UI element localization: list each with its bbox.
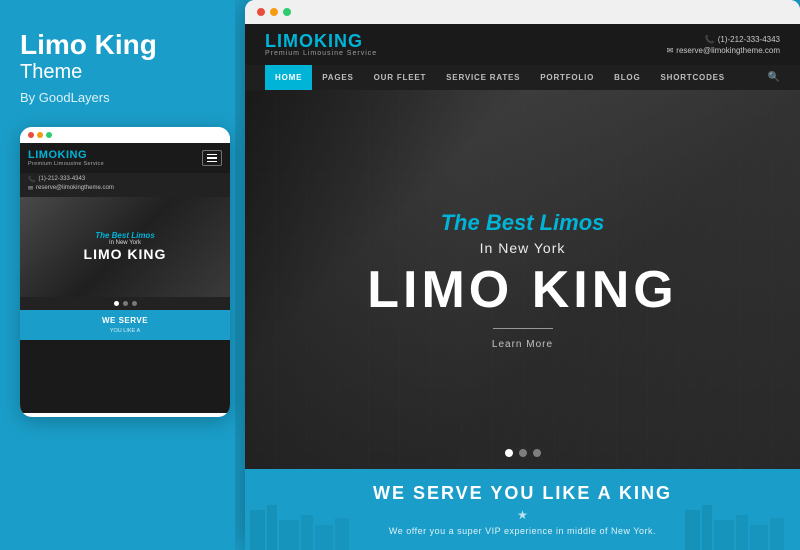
nav-service-rates[interactable]: SERVICE RATES [436,65,530,90]
mobile-site-header: LIMOKING Premium Limousine Service [20,143,230,173]
site-nav: HOME PAGES OUR FLEET SERVICE RATES PORTF… [245,65,800,90]
mobile-top-bar [20,127,230,143]
hero-slider-dots [505,449,541,457]
nav-our-fleet[interactable]: OUR FLEET [364,65,437,90]
mobile-hamburger-icon[interactable] [202,150,222,167]
mobile-logo: LIMOKING [28,149,104,161]
mobile-slider-dot-3[interactable] [132,301,137,306]
mobile-dot-red [28,132,34,138]
mobile-slider-dots [20,297,230,310]
header-phone: 📞 (1)-212-333-4343 [705,35,780,44]
logo-tagline: Premium Limousine Service [265,50,377,57]
mobile-slider-dot-2[interactable] [123,301,128,306]
hero-in-ny: In New York [480,240,566,256]
hero-section: The Best Limos In New York LIMO KING Lea… [245,90,800,469]
mobile-email-row: ✉ reserve@limokingtheme.com [28,185,222,192]
desktop-dot-yellow [270,8,278,16]
theme-title: Limo King [20,30,215,61]
mobile-tagline: Premium Limousine Service [28,161,104,167]
mobile-best-limos: The Best Limos [84,231,167,240]
mobile-logo-block: LIMOKING Premium Limousine Service [28,149,104,167]
mobile-slider-dot-active[interactable] [114,301,119,306]
slider-dot-active[interactable] [505,449,513,457]
logo-text: LIMOKING [265,32,377,50]
mobile-serve-sub: YOU LIKE A [28,328,222,334]
slider-dot-2[interactable] [519,449,527,457]
mobile-limo-king-title: LIMO KING [84,246,167,262]
hero-limo-king-title: LIMO KING [367,264,677,316]
nav-blog[interactable]: BLOG [604,65,650,90]
theme-subtitle: Theme [20,61,215,84]
left-panel: Limo King Theme By GoodLayers LIMOKING P… [0,0,235,550]
hero-divider [493,328,553,329]
email-icon: ✉ [28,185,33,192]
theme-title-block: Limo King Theme By GoodLayers [20,30,215,105]
nav-portfolio[interactable]: PORTFOLIO [530,65,604,90]
mobile-dot-yellow [37,132,43,138]
desktop-site-content: LIMOKING Premium Limousine Service 📞 (1)… [245,24,800,550]
nav-links: HOME PAGES OUR FLEET SERVICE RATES PORTF… [265,65,735,90]
mobile-dot-green [46,132,52,138]
mobile-serve-title: WE SERVE [28,316,222,325]
mobile-hero: The Best Limos In New York LIMO KING [20,197,230,297]
serve-section: WE SERVE YOU LIKE A KING ★ We offer you … [245,469,800,550]
left-buildings-decoration [245,500,365,550]
mobile-site-content: LIMOKING Premium Limousine Service 📞 (1)… [20,143,230,413]
slider-dot-3[interactable] [533,449,541,457]
hero-content: The Best Limos In New York LIMO KING Lea… [245,90,800,469]
desktop-top-bar [245,0,800,24]
nav-pages[interactable]: PAGES [312,65,363,90]
theme-by: By GoodLayers [20,90,215,105]
mobile-hero-text: The Best Limos In New York LIMO KING [84,231,167,262]
desktop-dot-red [257,8,265,16]
phone-icon: 📞 [28,176,35,183]
mobile-phone-row: 📞 (1)-212-333-4343 [28,176,222,183]
header-phone-icon: 📞 [705,35,715,44]
hero-learn-more-link[interactable]: Learn More [492,339,553,350]
nav-search-icon[interactable]: 🔍 [768,72,780,83]
mobile-window-dots [28,132,52,138]
header-email-icon: ✉ [667,46,674,55]
right-buildings-decoration [680,500,800,550]
header-contact: 📞 (1)-212-333-4343 ✉ reserve@limokingthe… [667,35,780,55]
nav-home[interactable]: HOME [265,65,312,90]
mobile-serve-section: WE SERVE YOU LIKE A [20,310,230,340]
site-header: LIMOKING Premium Limousine Service 📞 (1)… [245,24,800,65]
nav-shortcodes[interactable]: SHORTCODES [650,65,734,90]
desktop-dot-green [283,8,291,16]
desktop-mockup: LIMOKING Premium Limousine Service 📞 (1)… [245,0,800,550]
header-email: ✉ reserve@limokingtheme.com [667,46,780,55]
mobile-mockup: LIMOKING Premium Limousine Service 📞 (1)… [20,127,230,417]
mobile-contact-bar: 📞 (1)-212-333-4343 ✉ reserve@limokingthe… [20,173,230,197]
hero-best-limos: The Best Limos [441,210,605,236]
site-logo: LIMOKING Premium Limousine Service [265,32,377,57]
